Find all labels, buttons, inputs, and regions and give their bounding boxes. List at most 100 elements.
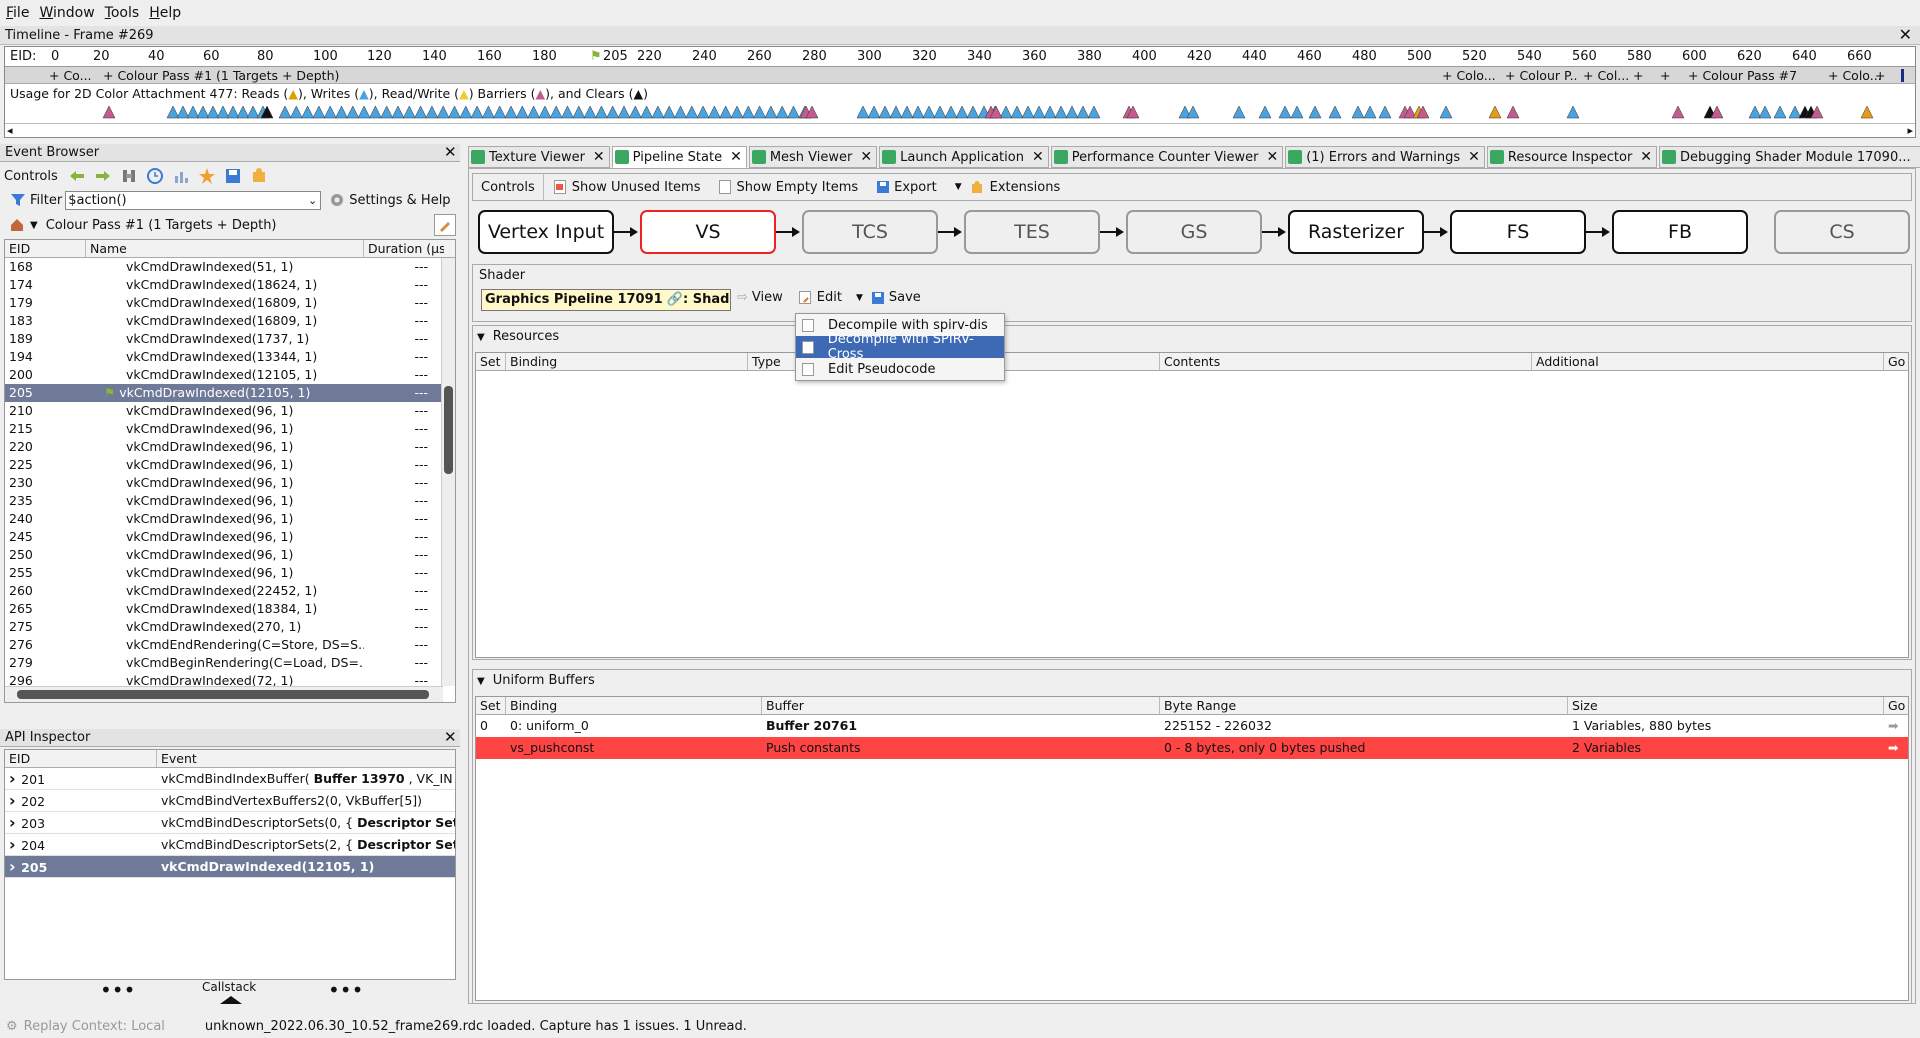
api-row[interactable]: › 203 vkCmdBindDescriptorSets(0, { Descri… — [5, 812, 455, 834]
event-row[interactable]: 245 vkCmdDrawIndexed(96, 1) --- — [5, 528, 455, 546]
event-row[interactable]: 255 vkCmdDrawIndexed(96, 1) --- — [5, 564, 455, 582]
api-event-bold[interactable]: Descriptor Set — [357, 815, 455, 830]
time-icon[interactable] — [146, 167, 164, 185]
usage-marker[interactable] — [226, 105, 240, 119]
usage-marker[interactable] — [346, 105, 360, 119]
usage-marker[interactable] — [1748, 105, 1762, 119]
ub-col-range[interactable]: Byte Range — [1160, 697, 1568, 714]
callstack-expand-icon[interactable] — [220, 996, 242, 1004]
menu-file[interactable]: File — [6, 5, 29, 21]
usage-marker[interactable] — [425, 105, 439, 119]
usage-marker[interactable] — [696, 105, 710, 119]
tab-close-icon[interactable]: ✕ — [1266, 149, 1278, 165]
replay-context-label[interactable]: Replay Context: Local — [24, 1019, 165, 1034]
timeline-close-icon[interactable]: ✕ — [1899, 27, 1912, 43]
res-col-go[interactable]: Go — [1884, 353, 1908, 370]
usage-marker[interactable] — [617, 105, 631, 119]
usage-marker[interactable] — [206, 105, 220, 119]
usage-marker[interactable] — [368, 105, 382, 119]
usage-marker[interactable] — [538, 105, 552, 119]
usage-marker[interactable] — [1232, 105, 1246, 119]
collapse-ub-icon[interactable]: ▼ — [477, 676, 485, 687]
usage-marker[interactable] — [1328, 105, 1342, 119]
event-row[interactable]: 194 vkCmdDrawIndexed(13344, 1) --- — [5, 348, 455, 366]
usage-marker[interactable] — [966, 105, 980, 119]
event-row[interactable]: 235 vkCmdDrawIndexed(96, 1) --- — [5, 492, 455, 510]
tab-mesh-viewer[interactable]: Mesh Viewer ✕ — [748, 146, 878, 168]
tab-close-icon[interactable]: ✕ — [730, 149, 742, 165]
usage-marker[interactable] — [246, 105, 260, 119]
usage-marker[interactable] — [1566, 105, 1580, 119]
usage-marker[interactable] — [1758, 105, 1772, 119]
usage-marker[interactable] — [719, 105, 733, 119]
usage-marker[interactable] — [1087, 105, 1101, 119]
usage-marker[interactable] — [999, 105, 1013, 119]
res-col-binding[interactable]: Binding — [506, 353, 748, 370]
api-col-event[interactable]: Event — [157, 750, 455, 767]
usage-marker[interactable] — [1290, 105, 1304, 119]
usage-marker[interactable] — [867, 105, 881, 119]
api-event-bold[interactable]: Descriptor Set — [357, 837, 455, 852]
tab-resource-inspector[interactable]: Resource Inspector ✕ — [1486, 146, 1658, 168]
usage-marker[interactable] — [889, 105, 903, 119]
menu-help[interactable]: Help — [149, 5, 181, 21]
event-browser-close-icon[interactable]: ✕ — [444, 145, 457, 160]
timeline-pass-marker[interactable]: + — [1875, 68, 1889, 83]
usage-marker[interactable] — [1043, 105, 1057, 119]
home-icon[interactable] — [10, 218, 24, 232]
timeline-panel[interactable]: EID: 0 20 40 60 80 100 120 140 160 180 205 220 240 26… — [4, 46, 1916, 138]
ub-table[interactable]: Set Binding Buffer Byte Range Size Go 00… — [475, 696, 1909, 1001]
usage-marker[interactable] — [176, 105, 190, 119]
timeline-pass-marker[interactable]: + — [1633, 68, 1651, 83]
event-row[interactable]: 174 vkCmdDrawIndexed(18624, 1) --- — [5, 276, 455, 294]
event-row[interactable]: 215 vkCmdDrawIndexed(96, 1) --- — [5, 420, 455, 438]
event-row[interactable]: 276 vkCmdEndRendering(C=Store, DS=S... --- — [5, 636, 455, 654]
event-row[interactable]: 275 vkCmdDrawIndexed(270, 1) --- — [5, 618, 455, 636]
stage-cs[interactable]: CS — [1774, 210, 1910, 254]
ub-col-set[interactable]: Set — [476, 697, 506, 714]
usage-marker[interactable] — [481, 105, 495, 119]
usage-marker[interactable] — [1773, 105, 1787, 119]
stage-vs[interactable]: VS — [640, 210, 776, 254]
event-row[interactable]: 205 ⚑ vkCmdDrawIndexed(12105, 1) --- — [5, 384, 455, 402]
breadcrumb-pass[interactable]: Colour Pass #1 (1 Targets + Depth) — [46, 218, 277, 233]
tab-1-errors-and-warnings[interactable]: (1) Errors and Warnings ✕ — [1285, 146, 1485, 168]
usage-marker[interactable] — [323, 105, 337, 119]
tab-close-icon[interactable]: ✕ — [1468, 149, 1480, 165]
edit-dropdown-icon[interactable]: ▼ — [856, 293, 863, 303]
stage-vertex-input[interactable]: Vertex Input — [478, 210, 614, 254]
event-list-scroll-thumb[interactable] — [444, 386, 453, 474]
api-row[interactable]: › 201 vkCmdBindIndexBuffer( Buffer 13970 … — [5, 768, 455, 790]
usage-marker[interactable] — [289, 105, 303, 119]
col-duration[interactable]: Duration (µs — [364, 240, 444, 257]
show-unused-button[interactable]: Show Unused Items — [572, 180, 701, 195]
usage-marker[interactable] — [312, 105, 326, 119]
ub-cell-buffer[interactable]: Buffer 20761 — [762, 715, 1160, 737]
expand-chevron-icon[interactable]: › — [9, 835, 21, 854]
usage-marker[interactable] — [856, 105, 870, 119]
ub-col-binding[interactable]: Binding — [506, 697, 762, 714]
usage-marker[interactable] — [1671, 105, 1685, 119]
api-event-bold[interactable]: vkCmdDrawIndexed(12105, 1) — [161, 859, 374, 874]
extensions-button[interactable]: Extensions — [990, 180, 1061, 195]
event-row[interactable]: 260 vkCmdDrawIndexed(22452, 1) --- — [5, 582, 455, 600]
event-row[interactable]: 230 vkCmdDrawIndexed(96, 1) --- — [5, 474, 455, 492]
usage-marker[interactable] — [301, 105, 315, 119]
ub-row[interactable]: 0 0: uniform_0 Buffer 20761 225152 - 226032… — [476, 715, 1908, 737]
ub-row[interactable]: vs_pushconst Push constants 0 - 8 bytes, o… — [476, 737, 1908, 759]
tab-close-icon[interactable]: ✕ — [593, 149, 605, 165]
usage-marker[interactable] — [436, 105, 450, 119]
event-list-vscrollbar[interactable] — [441, 258, 455, 686]
filter-dropdown-icon[interactable]: ⌄ — [308, 192, 317, 209]
usage-marker[interactable] — [674, 105, 687, 119]
usage-marker[interactable] — [1308, 105, 1322, 119]
api-row[interactable]: › 202 vkCmdBindVertexBuffers2(0, VkBuffer… — [5, 790, 455, 812]
timeline-pass-marker[interactable]: + — [1660, 68, 1678, 83]
callstack-right-dots-icon[interactable]: ••• — [328, 980, 363, 1000]
filter-input[interactable]: $action() ⌄ — [65, 190, 322, 210]
usage-marker[interactable] — [1439, 105, 1453, 119]
usage-marker[interactable] — [1860, 105, 1874, 119]
col-eid[interactable]: EID — [5, 240, 86, 257]
event-list-hscroll-thumb[interactable] — [17, 690, 429, 699]
usage-marker[interactable] — [470, 105, 484, 119]
